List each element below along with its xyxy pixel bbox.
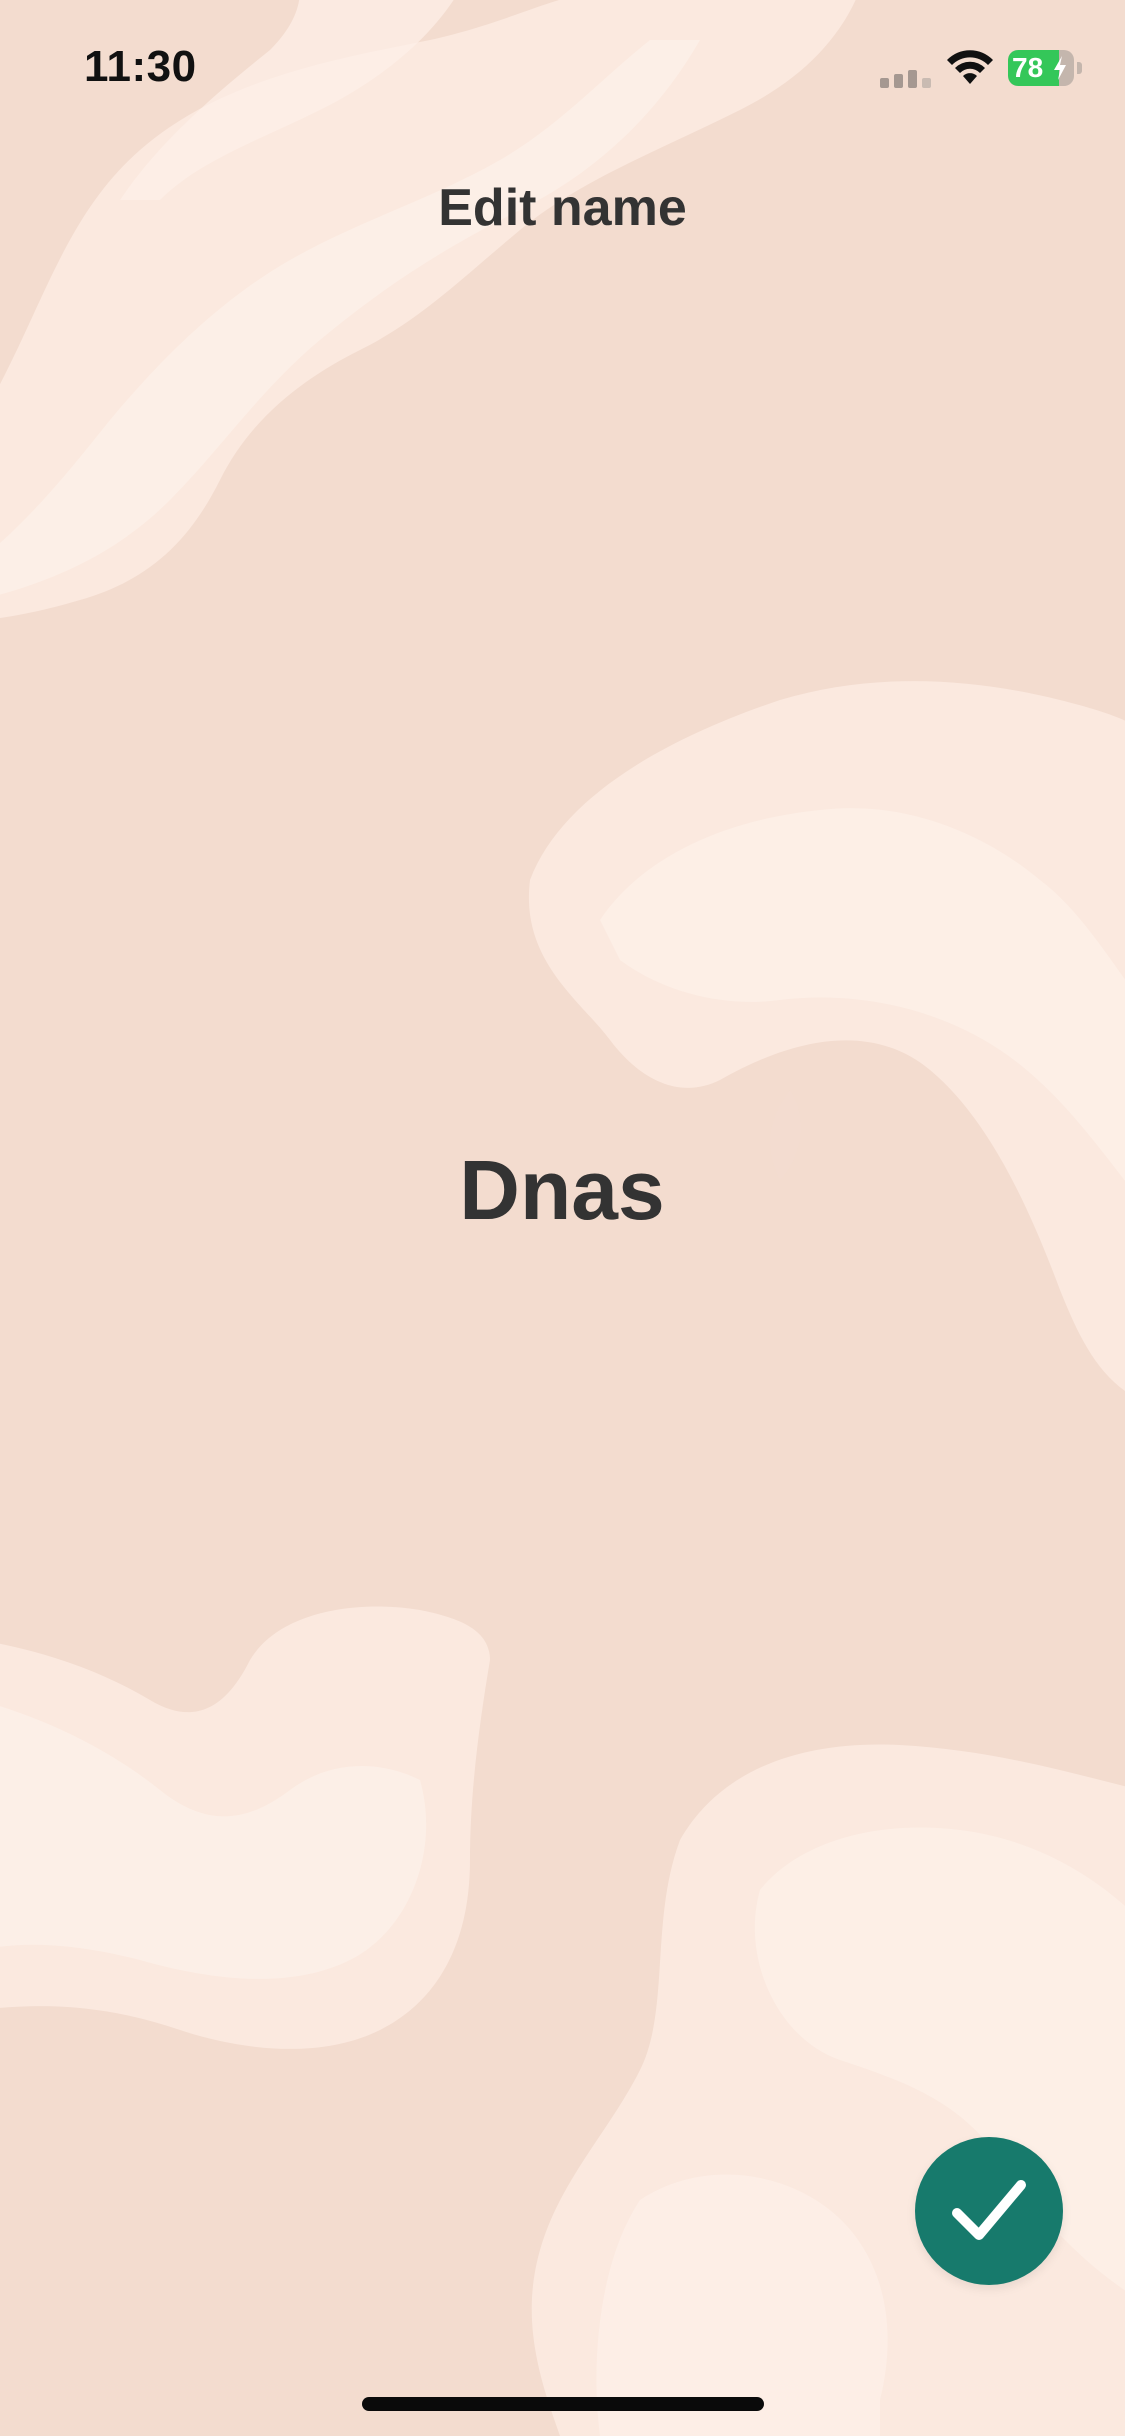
status-bar: 11:30 78	[0, 0, 1125, 140]
battery-indicator: 78	[1008, 50, 1082, 86]
battery-icon: 78	[1008, 50, 1074, 86]
wifi-icon	[947, 50, 993, 84]
name-input[interactable]	[112, 1130, 1012, 1250]
status-time: 11:30	[84, 42, 197, 91]
charging-bolt-icon	[1054, 56, 1066, 80]
page-title: Edit name	[438, 179, 687, 237]
confirm-button[interactable]	[915, 2137, 1063, 2285]
checkmark-icon	[952, 2180, 1026, 2240]
battery-cap	[1077, 62, 1082, 74]
home-indicator[interactable]	[362, 2397, 764, 2411]
signal-icon	[880, 70, 931, 88]
battery-percent: 78	[1012, 52, 1044, 83]
